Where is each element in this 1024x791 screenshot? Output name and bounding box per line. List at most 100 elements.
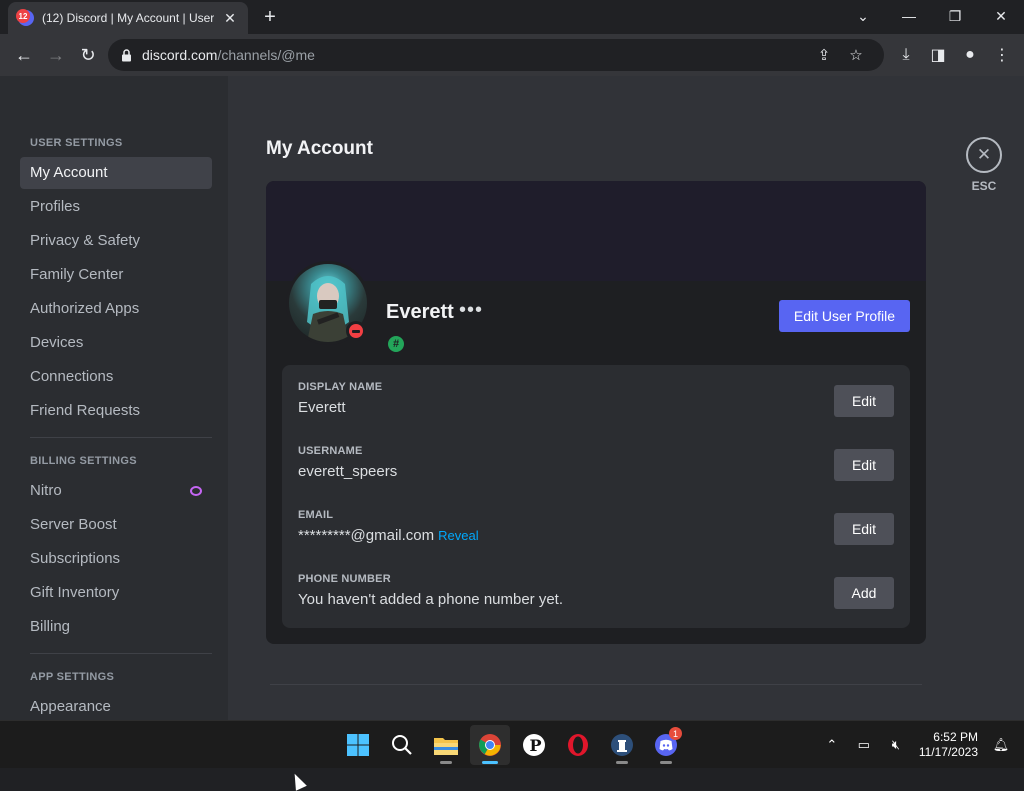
- edit-display-name-button[interactable]: Edit: [834, 385, 894, 417]
- dnd-status-icon: [346, 321, 366, 341]
- running-indicator: [660, 761, 672, 764]
- clock-time: 6:52 PM: [933, 730, 978, 744]
- chrome-icon[interactable]: [470, 725, 510, 765]
- email-value: *********@gmail.com: [298, 527, 435, 544]
- sidebar-item-privacy-safety[interactable]: Privacy & Safety: [20, 225, 212, 257]
- file-explorer-icon[interactable]: [426, 725, 466, 765]
- url-text: discord.com/channels/@me: [142, 47, 808, 63]
- sidebar-item-connections[interactable]: Connections: [20, 361, 212, 393]
- profile-card: Everett ••• # Edit User Profile DISPLAY …: [266, 181, 926, 644]
- field-username: USERNAME everett_speers Edit: [298, 445, 894, 509]
- user-settings-header: USER SETTINGS: [30, 137, 123, 149]
- search-icon[interactable]: [382, 725, 422, 765]
- new-tab-icon[interactable]: +: [258, 6, 282, 30]
- profile-banner: [266, 181, 926, 281]
- edit-user-profile-button[interactable]: Edit User Profile: [779, 300, 910, 332]
- download-icon[interactable]: ⤓: [890, 39, 922, 71]
- reveal-email-link[interactable]: Reveal: [438, 528, 478, 543]
- side-panel-icon[interactable]: ◨: [922, 39, 954, 71]
- field-value: Everett: [298, 399, 346, 416]
- forward-icon[interactable]: →: [40, 39, 72, 71]
- discord-favicon-icon: 12: [16, 9, 34, 26]
- billing-settings-header: BILLING SETTINGS: [30, 455, 137, 467]
- close-settings[interactable]: ✕ ESC: [966, 137, 1002, 193]
- windows-start-icon[interactable]: [338, 725, 378, 765]
- address-bar[interactable]: discord.com/channels/@me ⇪ ☆: [108, 39, 884, 71]
- field-value-container: *********@gmail.com Reveal: [298, 527, 894, 544]
- toolbar-right: ⤓ ◨ ● ⋮: [890, 39, 1018, 71]
- sidebar-item-friend-requests[interactable]: Friend Requests: [20, 395, 212, 427]
- window-close-icon[interactable]: ✕: [978, 0, 1024, 32]
- sidebar-item-family-center[interactable]: Family Center: [20, 259, 212, 291]
- favicon-badge: 12: [16, 9, 30, 23]
- account-fields: DISPLAY NAME Everett Edit USERNAME evere…: [282, 365, 910, 628]
- network-icon[interactable]: ▭: [851, 730, 877, 760]
- nitro-icon: [190, 486, 202, 496]
- chevron-up-icon[interactable]: ⌃: [819, 730, 845, 760]
- close-icon[interactable]: ✕: [966, 137, 1002, 173]
- system-tray: ⌃ ▭ 🔇︎ 6:52 PM 11/17/2023 🔔︎: [819, 721, 1014, 769]
- pillar-app-icon[interactable]: [602, 725, 642, 765]
- reload-icon[interactable]: ↻: [72, 39, 104, 71]
- avatar[interactable]: [286, 261, 370, 345]
- profile-display-name: Everett: [386, 301, 454, 323]
- sidebar-item-devices[interactable]: Devices: [20, 327, 212, 359]
- share-icon[interactable]: ⇪: [808, 46, 840, 64]
- hashtag-badge-icon[interactable]: #: [388, 336, 404, 352]
- url-path: /channels/@me: [217, 47, 315, 63]
- taskbar-apps: P 1: [338, 725, 686, 765]
- menu-kebab-icon[interactable]: ⋮: [986, 39, 1018, 71]
- bookmark-star-icon[interactable]: ☆: [840, 46, 872, 64]
- sidebar-item-label: Nitro: [30, 482, 62, 499]
- volume-muted-icon[interactable]: 🔇︎: [883, 730, 909, 760]
- field-label: USERNAME: [298, 445, 363, 457]
- discord-app: USER SETTINGS My Account Profiles Privac…: [0, 76, 1024, 791]
- sidebar-item-authorized-apps[interactable]: Authorized Apps: [20, 293, 212, 325]
- back-icon[interactable]: ←: [8, 39, 40, 71]
- lock-icon[interactable]: [120, 48, 132, 62]
- content-divider: [270, 684, 922, 685]
- sidebar-item-billing[interactable]: Billing: [20, 611, 212, 643]
- field-phone-number: PHONE NUMBER You haven't added a phone n…: [298, 573, 894, 637]
- running-indicator: [616, 761, 628, 764]
- svg-text:P: P: [530, 736, 542, 755]
- restore-icon[interactable]: ❐: [932, 0, 978, 32]
- app-settings-header: APP SETTINGS: [30, 671, 115, 683]
- edit-username-button[interactable]: Edit: [834, 449, 894, 481]
- opera-icon[interactable]: [558, 725, 598, 765]
- tab-close-icon[interactable]: ✕: [222, 10, 238, 27]
- sidebar-item-appearance[interactable]: Appearance: [20, 691, 212, 720]
- settings-content: My Account ✕ ESC Everett ••• # Edit User…: [228, 76, 1024, 720]
- clock-date: 11/17/2023: [918, 745, 978, 759]
- field-label: PHONE NUMBER: [298, 573, 391, 585]
- add-phone-button[interactable]: Add: [834, 577, 894, 609]
- field-display-name: DISPLAY NAME Everett Edit: [298, 381, 894, 445]
- notification-bell-icon[interactable]: 🔔︎: [988, 730, 1014, 760]
- more-options-icon[interactable]: •••: [459, 299, 483, 322]
- sidebar-item-subscriptions[interactable]: Subscriptions: [20, 543, 212, 575]
- taskbar-clock[interactable]: 6:52 PM 11/17/2023: [915, 730, 982, 760]
- sidebar-item-my-account[interactable]: My Account: [20, 157, 212, 189]
- active-indicator: [482, 761, 498, 764]
- sidebar-item-server-boost[interactable]: Server Boost: [20, 509, 212, 541]
- discord-icon[interactable]: 1: [646, 725, 686, 765]
- mouse-cursor-icon: [289, 771, 307, 791]
- profile-icon[interactable]: ●: [954, 39, 986, 71]
- browser-tab[interactable]: 12 (12) Discord | My Account | User Sett…: [8, 2, 248, 34]
- browser-tab-strip: 12 (12) Discord | My Account | User Sett…: [0, 0, 1024, 34]
- sidebar-separator: [30, 653, 212, 654]
- field-value: everett_speers: [298, 463, 398, 480]
- edit-email-button[interactable]: Edit: [834, 513, 894, 545]
- tab-search-icon[interactable]: ⌄: [840, 0, 886, 32]
- sidebar-item-gift-inventory[interactable]: Gift Inventory: [20, 577, 212, 609]
- sidebar-separator: [30, 437, 212, 438]
- sidebar-item-nitro[interactable]: Nitro: [20, 475, 212, 507]
- esc-label: ESC: [971, 179, 997, 193]
- sidebar-item-profiles[interactable]: Profiles: [20, 191, 212, 223]
- field-label: EMAIL: [298, 509, 334, 521]
- minimize-icon[interactable]: —: [886, 0, 932, 32]
- p-app-icon[interactable]: P: [514, 725, 554, 765]
- running-indicator: [440, 761, 452, 764]
- browser-toolbar: ← → ↻ discord.com/channels/@me ⇪ ☆ ⤓ ◨ ●…: [0, 34, 1024, 76]
- window-controls: ⌄ — ❐ ✕: [840, 0, 1024, 32]
